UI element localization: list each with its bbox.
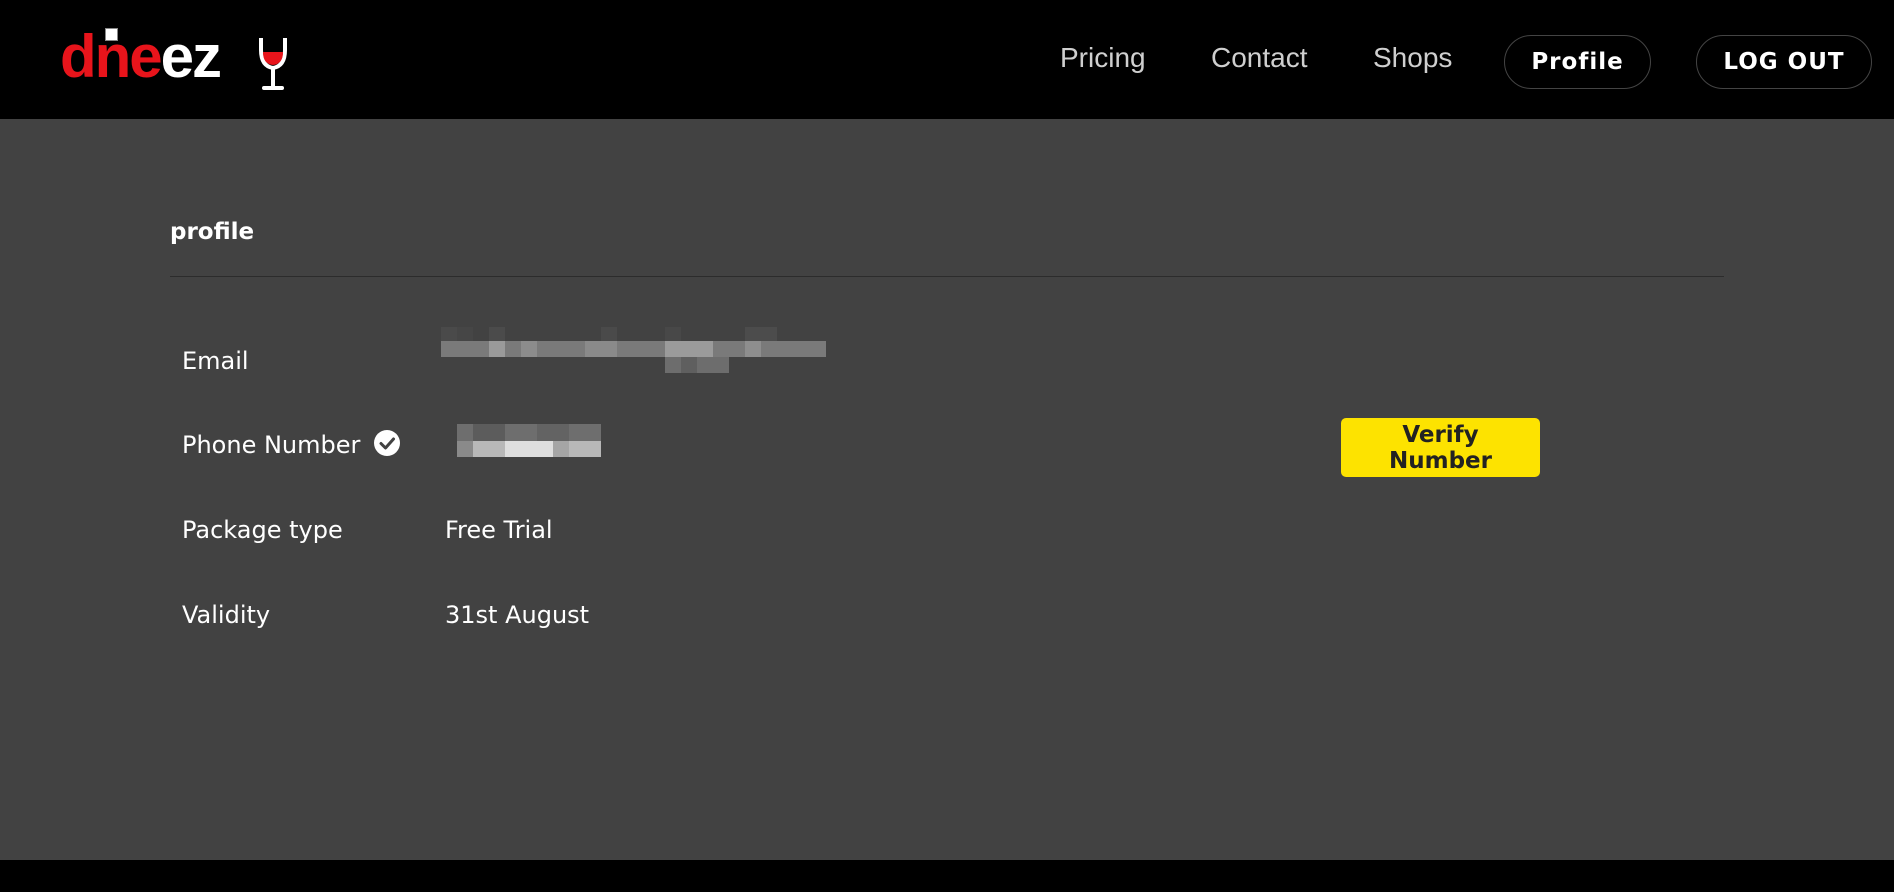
nav-link-pricing[interactable]: Pricing xyxy=(1060,42,1146,74)
logout-button[interactable]: LOG OUT xyxy=(1696,35,1872,89)
verify-number-button[interactable]: Verify Number xyxy=(1341,418,1540,477)
phone-number-label: Phone Number xyxy=(182,430,401,459)
logo-wordmark: dneez xyxy=(60,23,222,90)
nav-link-shops[interactable]: Shops xyxy=(1373,42,1452,74)
profile-content: profile Email Phone Number Verify Number… xyxy=(0,119,1894,860)
email-value-redacted xyxy=(441,327,826,377)
validity-value: 31st August xyxy=(445,601,590,629)
email-label: Email xyxy=(182,347,249,375)
top-navbar: dneez Pricing Contact Shops Profile LOG … xyxy=(0,0,1894,119)
profile-button[interactable]: Profile xyxy=(1504,35,1651,89)
package-type-value: Free Trial xyxy=(445,516,553,544)
dineezy-logo[interactable]: dneez xyxy=(60,23,300,96)
package-type-label: Package type xyxy=(182,516,343,544)
page-title: profile xyxy=(170,219,255,245)
footer-bar xyxy=(0,860,1894,892)
nav-link-contact[interactable]: Contact xyxy=(1211,42,1308,74)
check-circle-icon xyxy=(374,430,401,456)
wine-glass-icon xyxy=(259,38,287,90)
logo-qr-icon xyxy=(105,28,118,41)
validity-label: Validity xyxy=(182,601,271,629)
divider xyxy=(170,276,1724,277)
pixelated-email xyxy=(441,327,826,373)
pixelated-phone xyxy=(457,424,601,457)
phone-value-redacted xyxy=(457,424,601,457)
